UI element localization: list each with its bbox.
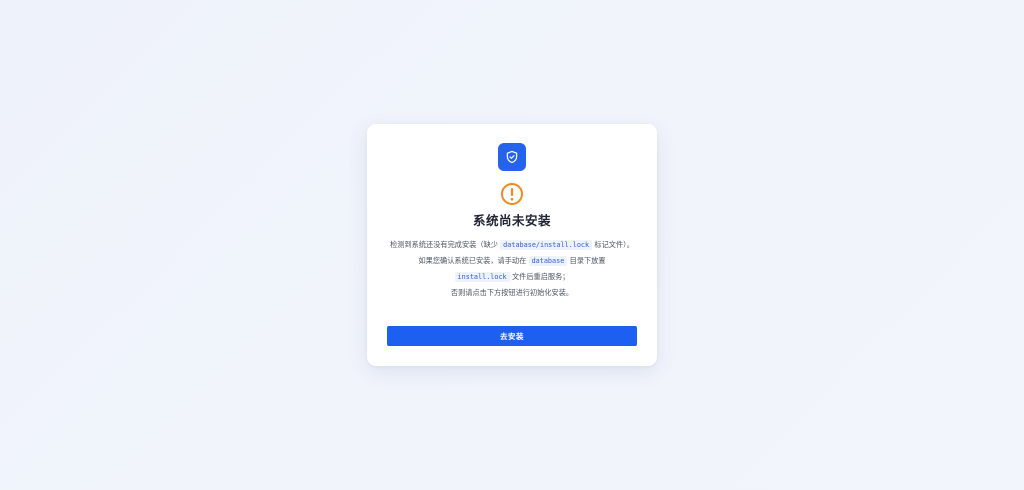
description-line-init: 否则请点击下方按钮进行初始化安装。 [450,288,574,297]
description-text: 检测到系统还没有完成安装（缺少 [390,240,501,249]
install-lock-code: install.lock [454,272,510,282]
database-dir-code: database [528,256,568,266]
page-background: 系统尚未安装 检测到系统还没有完成安装（缺少 database/install.… [0,0,1024,490]
warning-circle-icon [501,183,523,205]
description-text: 如果您确认系统已安装，请手动在 [418,256,529,265]
go-install-button[interactable]: 去安装 [387,326,637,346]
install-description: 检测到系统还没有完成安装（缺少 database/install.lock 标记… [390,237,634,300]
description-line-missing-lock: 检测到系统还没有完成安装（缺少 database/install.lock 标记… [390,237,634,253]
lock-file-path-code: database/install.lock [500,240,593,250]
description-line-manual-install: 如果您确认系统已安装，请手动在 database 目录下放置 install.l… [390,253,634,285]
page-title: 系统尚未安装 [472,213,551,228]
install-notice-card: 系统尚未安装 检测到系统还没有完成安装（缺少 database/install.… [367,124,657,366]
shield-badge [498,143,526,171]
description-text: 标记文件）。 [592,240,634,249]
description-text: 目录下放置 [567,256,606,265]
description-text: 文件后重启服务； [509,272,570,281]
shield-check-icon [506,150,518,164]
